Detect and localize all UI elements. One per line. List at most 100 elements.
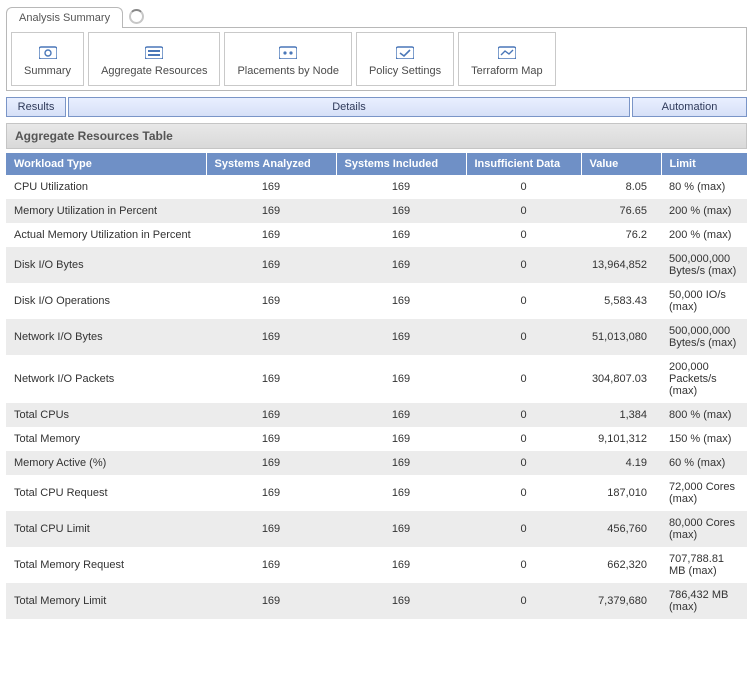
cell-c2: 169 [206, 475, 336, 511]
cell-c1: Memory Utilization in Percent [6, 199, 206, 223]
cell-c1: Network I/O Packets [6, 355, 206, 403]
cell-c5: 304,807.03 [581, 355, 661, 403]
toolbar-label: Policy Settings [369, 65, 441, 77]
col-insufficient-data[interactable]: Insufficient Data [466, 153, 581, 175]
section-title-text: Aggregate Resources Table [15, 129, 173, 143]
cell-c2: 169 [206, 583, 336, 619]
col-systems-included[interactable]: Systems Included [336, 153, 466, 175]
toolbar-summary-button[interactable]: Summary [11, 32, 84, 86]
col-systems-analyzed[interactable]: Systems Analyzed [206, 153, 336, 175]
cell-c5: 8.05 [581, 175, 661, 199]
table-row: Memory Active (%)16916904.1960 % (max) [6, 451, 747, 475]
col-workload-type[interactable]: Workload Type [6, 153, 206, 175]
policy-icon [396, 45, 414, 59]
cell-c4: 0 [466, 475, 581, 511]
cell-c6: 500,000,000 Bytes/s (max) [661, 319, 747, 355]
cell-c4: 0 [466, 451, 581, 475]
cell-c6: 707,788.81 MB (max) [661, 547, 747, 583]
toolbar-policy-button[interactable]: Policy Settings [356, 32, 454, 86]
cell-c4: 0 [466, 583, 581, 619]
table-row: Total CPU Request1691690187,01072,000 Co… [6, 475, 747, 511]
cell-c5: 13,964,852 [581, 247, 661, 283]
table-row: Total CPU Limit1691690456,76080,000 Core… [6, 511, 747, 547]
table-row: Total CPUs16916901,384800 % (max) [6, 403, 747, 427]
cell-c5: 662,320 [581, 547, 661, 583]
cell-c6: 60 % (max) [661, 451, 747, 475]
tab-analysis-summary[interactable]: Analysis Summary [6, 7, 123, 28]
table-row: CPU Utilization16916908.0580 % (max) [6, 175, 747, 199]
subtab-automation[interactable]: Automation [632, 97, 747, 117]
cell-c2: 169 [206, 319, 336, 355]
col-label: Systems Included [345, 158, 439, 170]
cell-c3: 169 [336, 283, 466, 319]
cell-c2: 169 [206, 223, 336, 247]
cell-c6: 786,432 MB (max) [661, 583, 747, 619]
table-row: Network I/O Packets1691690304,807.03200,… [6, 355, 747, 403]
toolbar: Summary Aggregate Resources Placements b… [6, 27, 747, 91]
toolbar-terraform-button[interactable]: Terraform Map [458, 32, 556, 86]
col-limit[interactable]: Limit [661, 153, 747, 175]
table-row: Total Memory16916909,101,312150 % (max) [6, 427, 747, 451]
sub-tab-bar: Results Details Automation [6, 97, 747, 117]
aggregate-icon [145, 45, 163, 59]
cell-c1: Disk I/O Operations [6, 283, 206, 319]
cell-c3: 169 [336, 451, 466, 475]
toolbar-placements-button[interactable]: Placements by Node [224, 32, 352, 86]
loading-spinner-icon [129, 9, 144, 24]
cell-c1: Total CPU Limit [6, 511, 206, 547]
cell-c5: 1,384 [581, 403, 661, 427]
cell-c3: 169 [336, 583, 466, 619]
cell-c1: Actual Memory Utilization in Percent [6, 223, 206, 247]
cell-c4: 0 [466, 247, 581, 283]
table-row: Disk I/O Operations16916905,583.4350,000… [6, 283, 747, 319]
cell-c3: 169 [336, 475, 466, 511]
cell-c4: 0 [466, 175, 581, 199]
cell-c5: 5,583.43 [581, 283, 661, 319]
subtab-results[interactable]: Results [6, 97, 66, 117]
cell-c1: Total CPUs [6, 403, 206, 427]
cell-c6: 200 % (max) [661, 199, 747, 223]
cell-c1: Network I/O Bytes [6, 319, 206, 355]
table-row: Total Memory Request1691690662,320707,78… [6, 547, 747, 583]
cell-c5: 76.65 [581, 199, 661, 223]
table-row: Actual Memory Utilization in Percent1691… [6, 223, 747, 247]
toolbar-label: Summary [24, 65, 71, 77]
col-label: Insufficient Data [475, 158, 561, 170]
cell-c5: 7,379,680 [581, 583, 661, 619]
cell-c2: 169 [206, 403, 336, 427]
col-label: Limit [670, 158, 696, 170]
cell-c3: 169 [336, 511, 466, 547]
subtab-label: Details [332, 101, 366, 113]
subtab-label: Automation [662, 101, 718, 113]
cell-c2: 169 [206, 283, 336, 319]
table-row: Memory Utilization in Percent169169076.6… [6, 199, 747, 223]
cell-c2: 169 [206, 511, 336, 547]
cell-c4: 0 [466, 403, 581, 427]
summary-icon [39, 45, 57, 59]
cell-c6: 72,000 Cores (max) [661, 475, 747, 511]
toolbar-label: Aggregate Resources [101, 65, 207, 77]
cell-c4: 0 [466, 199, 581, 223]
cell-c5: 51,013,080 [581, 319, 661, 355]
toolbar-aggregate-button[interactable]: Aggregate Resources [88, 32, 220, 86]
col-value[interactable]: Value [581, 153, 661, 175]
table-row: Disk I/O Bytes169169013,964,852500,000,0… [6, 247, 747, 283]
cell-c4: 0 [466, 547, 581, 583]
cell-c3: 169 [336, 427, 466, 451]
cell-c3: 169 [336, 355, 466, 403]
cell-c1: Memory Active (%) [6, 451, 206, 475]
subtab-details[interactable]: Details [68, 97, 630, 117]
cell-c2: 169 [206, 355, 336, 403]
toolbar-label: Placements by Node [237, 65, 339, 77]
aggregate-resources-table: Workload Type Systems Analyzed Systems I… [6, 153, 747, 619]
cell-c6: 200,000 Packets/s (max) [661, 355, 747, 403]
cell-c3: 169 [336, 403, 466, 427]
cell-c1: CPU Utilization [6, 175, 206, 199]
subtab-label: Results [18, 101, 55, 113]
cell-c6: 200 % (max) [661, 223, 747, 247]
col-label: Workload Type [14, 158, 92, 170]
table-header-row: Workload Type Systems Analyzed Systems I… [6, 153, 747, 175]
col-label: Systems Analyzed [215, 158, 311, 170]
cell-c2: 169 [206, 427, 336, 451]
cell-c6: 80 % (max) [661, 175, 747, 199]
